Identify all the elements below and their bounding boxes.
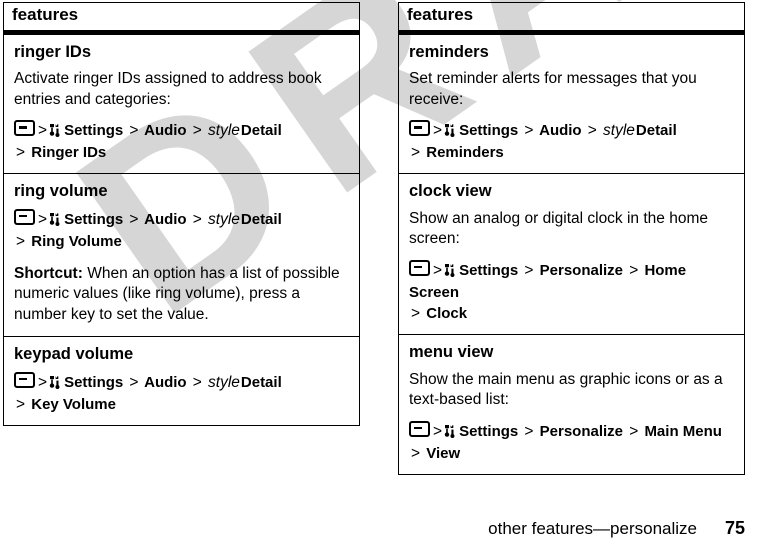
path-segment: Audio: [144, 210, 187, 228]
navigation-path: > Settings > Audio > styleDetail > Key Vol…: [14, 371, 282, 413]
settings-tools-icon: [49, 123, 63, 138]
feature-title: menu view: [409, 343, 494, 362]
feature-title: ringer IDs: [14, 42, 92, 61]
settings-tools-icon: [49, 375, 63, 389]
menu-key-icon: [409, 420, 430, 437]
menu-key-icon: [409, 259, 430, 276]
path-style-variable: style: [208, 122, 240, 140]
table-row: clock view Show an analog or digital clo…: [399, 173, 744, 334]
page-footer: other features—personalize 75: [0, 518, 745, 539]
settings-tools-icon: [444, 123, 458, 138]
path-style-variable: style: [208, 210, 240, 228]
path-segment: Audio: [144, 122, 187, 140]
right-column: features reminders Set reminder alerts f…: [398, 2, 745, 475]
path-segment: Personalize: [539, 261, 624, 279]
feature-description: Activate ringer IDs assigned to address …: [14, 70, 322, 108]
path-segment: Detail: [635, 122, 677, 140]
feature-title: clock view: [409, 182, 492, 201]
path-segment: Settings: [459, 422, 519, 440]
footer-section-label: other features—personalize: [488, 519, 697, 538]
path-final-item: Ring Volume: [31, 232, 122, 250]
path-style-variable: style: [208, 373, 240, 391]
menu-key-icon: [14, 120, 35, 137]
path-final-item: Clock: [426, 305, 468, 323]
table-row: keypad volume > Settings > Audio > styleD…: [4, 336, 359, 425]
features-table-left: features ringer IDs Activate ringer IDs …: [3, 2, 360, 426]
settings-tools-icon: [444, 263, 458, 277]
footer-page-number: 75: [724, 518, 745, 538]
path-segment: Audio: [539, 122, 582, 140]
path-segment: Detail: [240, 210, 282, 228]
path-segment: Detail: [240, 373, 282, 391]
path-segment: Settings: [64, 210, 124, 228]
path-style-variable: style: [603, 122, 635, 140]
path-segment: Settings: [64, 122, 124, 140]
features-table-right: features reminders Set reminder alerts f…: [398, 2, 745, 475]
settings-tools-icon: [444, 424, 458, 438]
path-segment: Settings: [64, 373, 124, 391]
shortcut-note: Shortcut: When an option has a list of p…: [14, 264, 349, 325]
feature-title: reminders: [409, 42, 489, 61]
table-row: ring volume > Settings > Audio > styleDet…: [4, 173, 359, 336]
navigation-path: > Settings > Personalize > Main Menu > Vie…: [409, 420, 722, 462]
navigation-path: > Settings > Audio > styleDetail > Ringer …: [14, 120, 282, 162]
path-segment: Settings: [459, 122, 519, 140]
path-segment: Personalize: [539, 422, 624, 440]
path-final-item: Key Volume: [31, 395, 116, 413]
feature-description: Show an analog or digital clock in the h…: [409, 209, 708, 248]
feature-description: Set reminder alerts for messages that yo…: [409, 70, 697, 108]
table-row: ringer IDs Activate ringer IDs assigned …: [4, 33, 359, 174]
table-row: reminders Set reminder alerts for messag…: [399, 33, 744, 174]
shortcut-label: Shortcut:: [14, 264, 83, 282]
path-segment: Settings: [459, 261, 519, 279]
navigation-path: > Settings > Audio > styleDetail > Reminde…: [409, 120, 677, 162]
path-final-item: Reminders: [426, 144, 504, 162]
table-header-left: features: [4, 3, 359, 34]
path-final-item: Ringer IDs: [31, 144, 107, 162]
menu-key-icon: [409, 120, 430, 137]
menu-key-icon: [14, 371, 35, 388]
path-segment: Audio: [144, 373, 187, 391]
path-segment: Main Menu: [644, 422, 722, 440]
navigation-path: > Settings > Audio > styleDetail > Ring Vo…: [14, 208, 282, 250]
table-row: menu view Show the main menu as graphic …: [399, 334, 744, 474]
table-header-right: features: [399, 3, 744, 34]
manual-page: features ringer IDs Activate ringer IDs …: [0, 0, 759, 547]
feature-description: Show the main menu as graphic icons or a…: [409, 370, 723, 409]
left-column: features ringer IDs Activate ringer IDs …: [3, 2, 360, 426]
feature-title: ring volume: [14, 182, 108, 201]
path-segment: Detail: [240, 122, 282, 140]
feature-title: keypad volume: [14, 345, 134, 364]
settings-tools-icon: [49, 212, 63, 226]
path-final-item: View: [426, 444, 461, 462]
menu-key-icon: [14, 208, 35, 225]
navigation-path: > Settings > Personalize > Home Screen > C…: [409, 259, 687, 323]
